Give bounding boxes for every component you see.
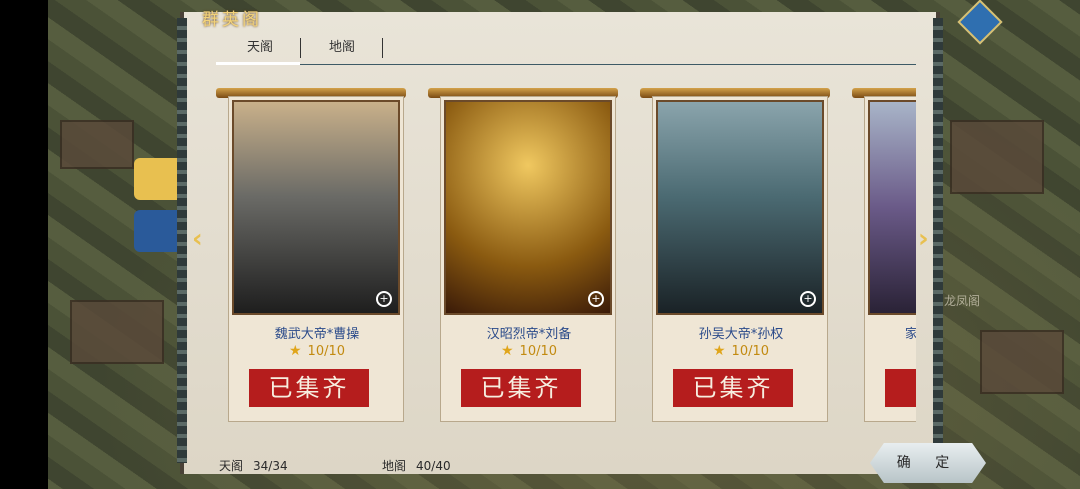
hero-name: 孙吴大帝*孙权 — [698, 327, 784, 342]
collect-count: ★ 10/10 — [229, 343, 405, 359]
hero-name: 汉昭烈帝*刘备 — [486, 327, 572, 342]
hero-name: 魏武大帝*曹操 — [274, 327, 360, 342]
hero-name: 家 — [905, 327, 916, 342]
active-tab-indicator — [216, 62, 300, 65]
portrait-caocao: + — [232, 100, 400, 315]
collect-count: ★ 10/10 — [653, 343, 829, 359]
map-building — [980, 330, 1064, 394]
portrait-liubei: + — [444, 100, 612, 315]
count-value: 10/10 — [731, 344, 770, 359]
footer-tian: 天阁 34/34 — [219, 457, 288, 474]
footer-di-value: 40/40 — [416, 459, 451, 473]
scroll-left-arrow-icon[interactable]: ‹ — [192, 224, 203, 254]
tab-separator — [300, 38, 301, 58]
portrait-partial — [868, 100, 916, 315]
zoom-icon[interactable]: + — [376, 291, 392, 307]
map-building — [950, 120, 1044, 194]
screen-left-edge — [0, 0, 48, 489]
collected-stamp: 已集齐 — [673, 369, 793, 407]
collected-stamp: 已 — [885, 369, 916, 407]
tab-di[interactable]: 地阁 — [302, 34, 382, 64]
zoom-icon[interactable]: + — [588, 291, 604, 307]
card-body: + 汉昭烈帝*刘备 ★ 10/10 已集齐 — [440, 96, 616, 422]
star-icon: ★ — [288, 343, 302, 359]
map-location-label: 龙凤阁 — [944, 294, 981, 308]
count-value: 10/10 — [519, 344, 558, 359]
hero-card[interactable]: + 汉昭烈帝*刘备 ★ 10/10 已集齐 — [428, 86, 618, 426]
hero-card[interactable]: 家 已 — [852, 86, 916, 426]
star-icon: ★ — [500, 343, 514, 359]
zoom-icon[interactable]: + — [800, 291, 816, 307]
hero-card[interactable]: + 魏武大帝*曹操 ★ 10/10 已集齐 — [216, 86, 406, 426]
card-body: 家 已 — [864, 96, 916, 422]
tab-underline — [216, 64, 916, 65]
panel-title: 群英阁 — [202, 10, 262, 30]
collected-stamp: 已集齐 — [249, 369, 369, 407]
tab-separator — [382, 38, 383, 58]
card-body: + 魏武大帝*曹操 ★ 10/10 已集齐 — [228, 96, 404, 422]
footer-di: 地阁 40/40 — [382, 457, 451, 474]
footer-tian-label: 天阁 — [219, 459, 244, 473]
hero-card[interactable]: + 孙吴大帝*孙权 ★ 10/10 已集齐 — [640, 86, 830, 426]
tab-tian[interactable]: 天阁 — [220, 34, 300, 64]
map-building — [70, 300, 164, 364]
footer-tian-value: 34/34 — [253, 459, 288, 473]
card-body: + 孙吴大帝*孙权 ★ 10/10 已集齐 — [652, 96, 828, 422]
card-list: + 魏武大帝*曹操 ★ 10/10 已集齐 + 汉昭烈帝*刘备 ★ 10/10 已集… — [216, 86, 916, 431]
confirm-button[interactable]: 确 定 — [870, 443, 986, 483]
scroll-right-arrow-icon[interactable]: › — [918, 224, 929, 254]
count-value: 10/10 — [307, 344, 346, 359]
right-rope — [933, 18, 943, 463]
star-icon: ★ — [712, 343, 726, 359]
left-rope — [177, 18, 187, 463]
footer-di-label: 地阁 — [382, 459, 407, 473]
collect-count: ★ 10/10 — [441, 343, 617, 359]
collected-stamp: 已集齐 — [461, 369, 581, 407]
map-building — [60, 120, 134, 169]
portrait-sunquan: + — [656, 100, 824, 315]
